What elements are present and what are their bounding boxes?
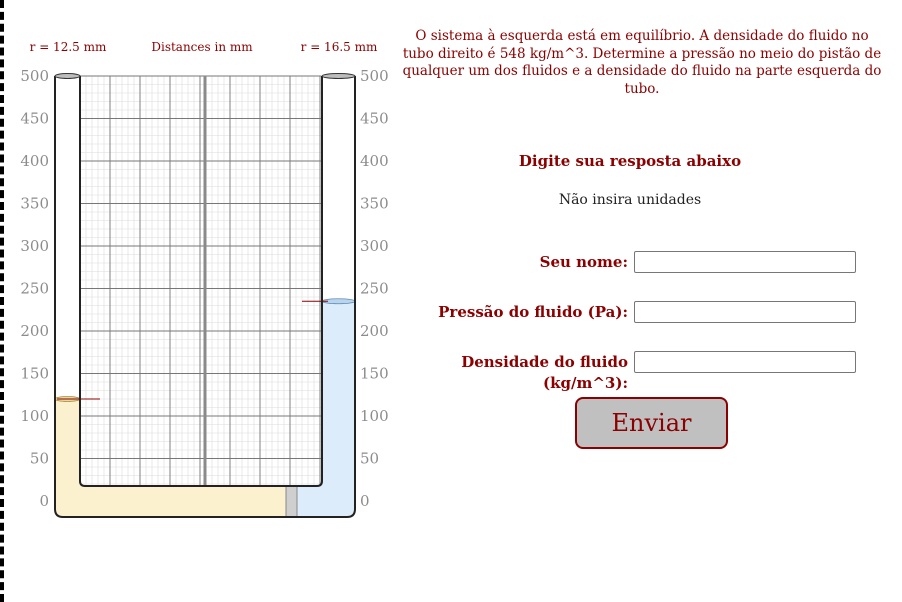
- y-tick-label-left: 0: [39, 492, 49, 510]
- y-tick-label-right: 150: [360, 365, 389, 383]
- left-radius-label: r = 12.5 mm: [30, 40, 107, 54]
- y-tick-label-left: 450: [20, 110, 49, 128]
- y-tick-label-right: 250: [360, 280, 389, 298]
- answer-heading: Digite sua resposta abaixo: [518, 152, 742, 170]
- y-tick-label-right: 100: [360, 407, 389, 425]
- right-tube-opening: [321, 73, 356, 79]
- u-tube-diagram: 500 500450 450400 400350 350300 300250 250200 2…: [20, 40, 389, 518]
- y-tick-label-left: 100: [20, 407, 49, 425]
- submit-button[interactable]: Enviar: [575, 397, 728, 449]
- left-tube-opening: [54, 73, 81, 79]
- density-label: Densidade do fluido (kg/m^3):: [461, 353, 628, 392]
- piston: [285, 485, 298, 518]
- y-tick-label-left: 200: [20, 322, 49, 340]
- problem-statement: O sistema à esquerda está em equilíbrio.…: [402, 28, 882, 97]
- y-tick-label-right: 50: [360, 450, 379, 468]
- y-tick-label-right: 300: [360, 237, 389, 255]
- y-tick-label-left: 150: [20, 365, 49, 383]
- left-fluid-corner: [55, 510, 286, 517]
- y-tick-label-right: 400: [360, 152, 389, 170]
- units-label: Distances in mm: [151, 40, 253, 54]
- pressure-label: Pressão do fluido (Pa):: [438, 303, 628, 321]
- y-tick-label-left: 300: [20, 237, 49, 255]
- units-note: Não insira unidades: [558, 192, 702, 208]
- y-tick-label-left: 50: [30, 450, 49, 468]
- name-input[interactable]: [634, 251, 856, 273]
- y-tick-label-left: 350: [20, 195, 49, 213]
- pressure-input[interactable]: [634, 301, 856, 323]
- measurement-grid: [79, 75, 321, 485]
- name-label: Seu nome:: [539, 253, 628, 271]
- left-fluid-channel: [55, 485, 286, 511]
- density-input[interactable]: [634, 351, 856, 373]
- y-tick-label-right: 500: [360, 67, 389, 85]
- y-tick-label-right: 450: [360, 110, 389, 128]
- y-tick-label-right: 350: [360, 195, 389, 213]
- y-tick-label-right: 200: [360, 322, 389, 340]
- y-tick-label-right: 0: [360, 492, 370, 510]
- y-tick-label-left: 400: [20, 152, 49, 170]
- y-tick-label-left: 250: [20, 280, 49, 298]
- right-radius-label: r = 16.5 mm: [301, 40, 378, 54]
- y-tick-label-left: 500: [20, 67, 49, 85]
- right-fluid-corner: [297, 510, 355, 517]
- right-fluid: [322, 301, 355, 485]
- right-fluid-channel: [297, 485, 355, 511]
